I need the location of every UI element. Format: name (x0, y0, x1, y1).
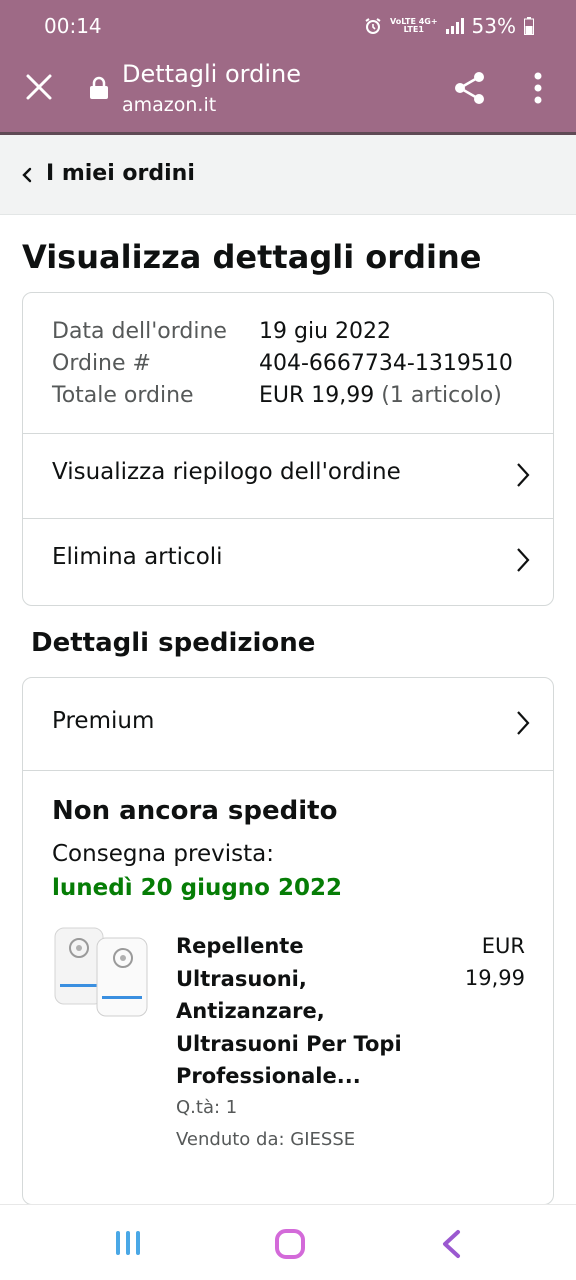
chevron-right-icon (517, 548, 530, 572)
order-item-count: (1 articolo) (381, 383, 502, 408)
status-time: 00:14 (44, 14, 102, 38)
status-icons: VoLTE 4G+ LTE1 53% (364, 14, 534, 38)
order-number-value: 404-6667734-1319510 (259, 351, 513, 376)
page-title-bar: Dettagli ordine (122, 60, 301, 88)
order-total-value: EUR 19,99 (1 articolo) (259, 383, 502, 408)
chevron-right-icon (517, 711, 530, 735)
order-summary-card: Data dell'ordine 19 giu 2022 Ordine # 40… (22, 292, 554, 606)
more-options-icon[interactable] (528, 70, 548, 106)
view-order-summary-label: Visualizza riepilogo dell'ordine (52, 459, 401, 485)
shipping-method-row[interactable]: Premium (23, 678, 553, 770)
product-image[interactable] (53, 926, 151, 1022)
back-icon[interactable] (440, 1229, 462, 1259)
delivery-estimate-label: Consegna prevista: (52, 841, 274, 867)
delete-items-link[interactable]: Elimina articoli (23, 519, 553, 603)
network-type-label: VoLTE 4G+ LTE1 (389, 17, 438, 34)
page-domain: amazon.it (122, 94, 217, 116)
breadcrumb[interactable]: I miei ordini (0, 135, 576, 215)
breadcrumb-label[interactable]: I miei ordini (46, 161, 195, 186)
system-nav-bar (0, 1204, 576, 1280)
view-order-summary-link[interactable]: Visualizza riepilogo dell'ordine (23, 434, 553, 518)
browser-header: 00:14 VoLTE 4G+ LTE1 53% Dettagli ordine… (0, 0, 576, 135)
shipping-card: Premium Non ancora spedito Consegna prev… (22, 677, 554, 1205)
share-icon[interactable] (452, 70, 488, 106)
divider (23, 770, 553, 771)
battery-level: 53% (471, 14, 516, 38)
home-icon[interactable] (274, 1228, 306, 1260)
recent-apps-icon[interactable] (114, 1229, 142, 1257)
order-date-label: Data dell'ordine (52, 319, 227, 344)
shipping-section-title: Dettagli spedizione (31, 628, 316, 658)
battery-icon (524, 17, 534, 35)
browser-app-bar: Dettagli ordine amazon.it (0, 52, 576, 132)
alarm-icon (365, 18, 381, 34)
product-quantity: Q.tà: 1 (176, 1097, 238, 1118)
order-number-label: Ordine # (52, 351, 151, 376)
close-icon[interactable] (22, 70, 56, 104)
order-date-value: 19 giu 2022 (259, 319, 391, 344)
shipping-method-label: Premium (52, 708, 155, 734)
delivery-date: lunedì 20 giugno 2022 (52, 875, 342, 901)
product-title[interactable]: Repellente Ultrasuoni, Antizanzare, Ultr… (176, 930, 426, 1093)
product-seller: Venduto da: GIESSE (176, 1129, 356, 1150)
signal-icon (445, 18, 464, 34)
repeller-device-front (96, 937, 148, 1017)
page-title: Visualizza dettagli ordine (22, 238, 482, 276)
order-total-label: Totale ordine (52, 383, 194, 408)
delete-items-label: Elimina articoli (52, 544, 223, 570)
shipment-status: Non ancora spedito (52, 796, 338, 826)
chevron-right-icon (517, 463, 530, 487)
lock-icon (90, 76, 108, 99)
chevron-left-icon (22, 167, 32, 183)
product-price: EUR 19,99 (464, 934, 525, 990)
repeller-device-back (54, 927, 104, 1005)
status-bar: 00:14 VoLTE 4G+ LTE1 53% (0, 0, 576, 52)
